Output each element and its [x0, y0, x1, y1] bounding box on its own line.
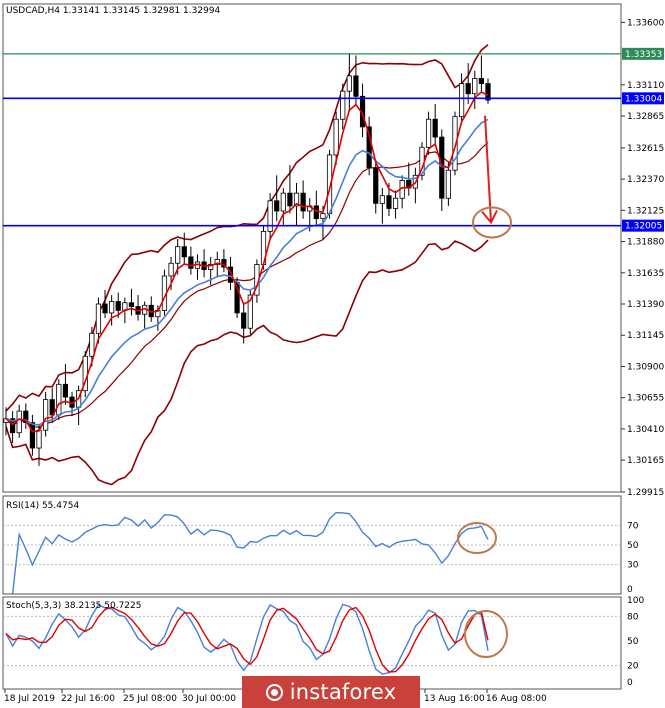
- candle-body: [353, 75, 359, 97]
- candle-body: [274, 200, 280, 212]
- symbol-header: USDCAD,H4 1.33141 1.33145 1.32981 1.3299…: [6, 6, 221, 16]
- candle-body: [36, 429, 42, 449]
- candle-body: [181, 246, 187, 258]
- candle-body: [465, 83, 471, 95]
- time-label: 25 Jul 08:00: [123, 694, 177, 704]
- candle-body: [175, 246, 181, 264]
- level-tag-label: 1.33353: [625, 50, 662, 60]
- time-label: 30 Jul 00:00: [182, 694, 236, 704]
- price-tick-label: 1.31880: [627, 238, 664, 248]
- candle-body: [458, 83, 465, 118]
- candle-body: [128, 302, 135, 307]
- time-label: 13 Aug 16:00: [424, 694, 485, 704]
- candle-body: [43, 399, 49, 431]
- candle-body: [439, 136, 445, 199]
- candle-body: [333, 118, 339, 156]
- candle-body: [287, 192, 293, 207]
- price-tick-label: 1.32370: [627, 175, 664, 185]
- candle-body: [115, 301, 121, 311]
- price-tick-label: 1.32125: [627, 206, 664, 216]
- rsi-level-label: 0: [627, 585, 633, 595]
- candle-body: [300, 192, 306, 212]
- candle-body: [267, 200, 273, 232]
- time-label: 18 Jul 2019: [4, 694, 55, 704]
- stoch-level-label: 50: [627, 637, 639, 647]
- price-tick-label: 1.31635: [627, 269, 664, 279]
- stoch-label: Stoch(5,3,3) 38.2135 50.7225: [6, 601, 141, 611]
- candle-body: [445, 169, 451, 199]
- price-tick-label: 1.31145: [627, 331, 664, 341]
- candle-body: [472, 78, 478, 95]
- candle-body: [109, 301, 115, 314]
- stoch-level-label: 0: [627, 678, 633, 688]
- candle-body: [29, 422, 36, 449]
- price-tick-label: 1.30655: [627, 394, 664, 404]
- candle-body: [62, 383, 69, 398]
- candle-body: [168, 262, 174, 277]
- candle-body: [89, 332, 95, 357]
- logo-mark-icon: [265, 683, 283, 701]
- price-tick-label: 1.32865: [627, 112, 664, 122]
- candle-body: [373, 167, 379, 204]
- candle-body: [432, 118, 438, 138]
- candle-body: [386, 195, 392, 209]
- time-label: 22 Jul 16:00: [61, 694, 115, 704]
- rsi-level-label: 70: [627, 521, 639, 531]
- price-tick-label: 1.33600: [627, 18, 664, 28]
- price-tick-label: 1.32615: [627, 144, 664, 154]
- stoch-level-label: 20: [627, 662, 639, 672]
- candle-body: [241, 312, 247, 329]
- level-tag-label: 1.33004: [625, 94, 662, 104]
- candle-body: [425, 118, 432, 148]
- rsi-label: RSI(14) 55.4754: [6, 501, 79, 511]
- stoch-level-label: 100: [627, 596, 644, 606]
- candle-body: [280, 192, 286, 212]
- candle-body: [478, 78, 484, 84]
- rsi-level-label: 30: [627, 561, 639, 571]
- rsi-level-label: 50: [627, 541, 639, 551]
- candle-body: [340, 90, 346, 120]
- price-tick-label: 1.29915: [627, 488, 664, 498]
- candle-body: [313, 205, 319, 220]
- price-tick-label: 1.33110: [627, 81, 664, 91]
- level-tag-label: 1.32005: [625, 222, 662, 232]
- price-tick-label: 1.30165: [627, 456, 664, 466]
- price-tick-label: 1.30900: [627, 362, 664, 372]
- candle-body: [56, 383, 62, 416]
- candle-body: [346, 75, 352, 92]
- candle-body: [320, 213, 326, 220]
- stoch-level-label: 80: [627, 612, 639, 622]
- candle-body: [102, 303, 108, 314]
- instaforex-logo: instaforex: [242, 676, 420, 708]
- candle-body: [379, 195, 385, 204]
- candle-body: [16, 410, 22, 434]
- logo-text: instaforex: [289, 680, 397, 704]
- time-label: 16 Aug 08:00: [486, 694, 547, 704]
- chart: 1.33600 1.33110 1.32865 1.32615 1.32370 1.321…: [0, 0, 665, 708]
- price-tick-label: 1.31390: [627, 300, 664, 310]
- price-tick-label: 1.30410: [627, 425, 664, 435]
- candle-body: [392, 197, 399, 209]
- candle-body: [95, 303, 102, 334]
